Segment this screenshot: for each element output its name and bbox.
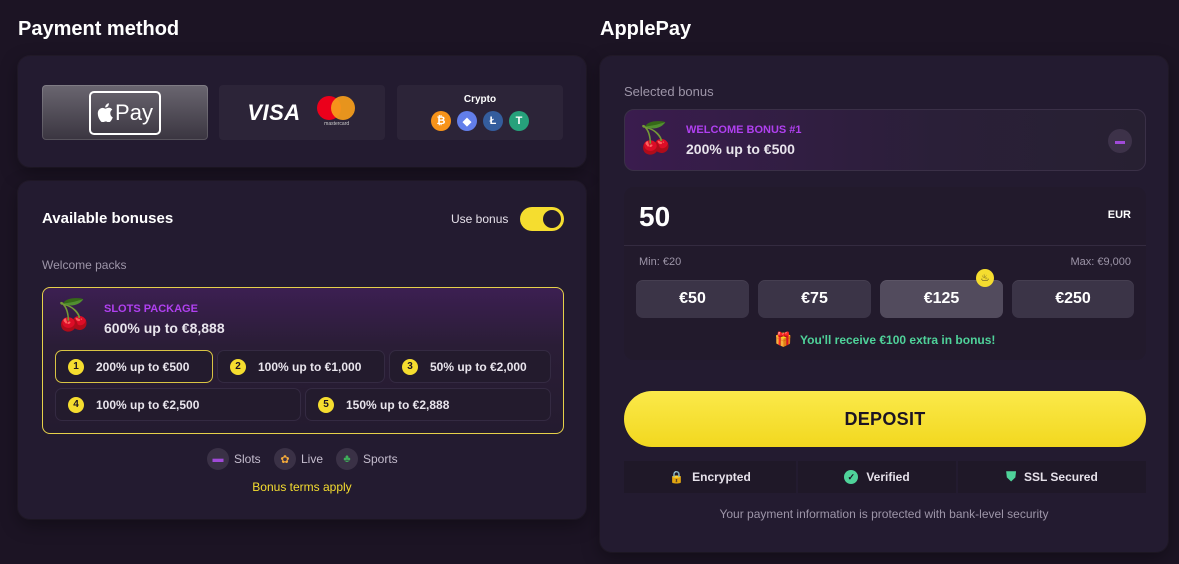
applepay-logo: Pay xyxy=(89,90,161,135)
security-label: SSL Secured xyxy=(1023,470,1098,484)
applepay-method-tile[interactable]: Pay xyxy=(42,85,208,140)
security-label: Verified xyxy=(866,470,910,484)
tier-label: 100% up to €2,500 xyxy=(96,397,200,412)
visa-logo: VISA xyxy=(247,99,301,125)
amount-chip-50[interactable]: €50 xyxy=(636,280,749,318)
bonus-terms-link[interactable]: Bonus terms apply xyxy=(18,480,586,494)
tier-label: 200% up to €500 xyxy=(96,359,190,374)
bonus-tier-5[interactable]: 5 150% up to €2,888 xyxy=(305,388,551,421)
selected-bonus-card[interactable]: 🍒 WELCOME BONUS #1 200% up to €500 ▬ xyxy=(624,109,1146,171)
bitcoin-icon: ₿ xyxy=(431,111,451,131)
category-label: Live xyxy=(301,452,324,466)
category-sports: ♣ Sports xyxy=(336,448,398,470)
tier-number: 2 xyxy=(230,358,246,375)
lock-icon: 🔒 xyxy=(669,470,685,484)
available-bonuses-title: Available bonuses xyxy=(42,210,174,227)
tier-number: 4 xyxy=(68,396,84,413)
amount-panel: 50 EUR Min: €20 Max: €9,000 €50 €75 €125… xyxy=(624,187,1146,360)
selected-bonus-label: Selected bonus xyxy=(624,84,714,99)
security-note: Your payment information is protected wi… xyxy=(719,507,1049,521)
tier-number: 5 xyxy=(318,396,334,413)
deposit-button[interactable]: DEPOSIT xyxy=(624,391,1146,447)
bonus-tier-2[interactable]: 2 100% up to €1,000 xyxy=(217,350,385,383)
shield-icon: ⛊ xyxy=(1006,469,1016,484)
selected-bonus-name: WELCOME BONUS #1 xyxy=(686,124,802,136)
applepay-title: ApplePay xyxy=(600,18,692,40)
category-live: ✿ Live xyxy=(274,448,323,470)
sports-icon: ♣ xyxy=(336,448,358,470)
category-label: Sports xyxy=(363,452,398,466)
tier-number: 3 xyxy=(402,358,418,375)
apple-icon xyxy=(97,103,113,122)
package-offer: 600% up to €8,888 xyxy=(104,320,225,336)
slots-icon: ▬ xyxy=(1108,129,1132,153)
security-verified: ✓ Verified xyxy=(798,461,956,493)
ethereum-icon: ◆ xyxy=(457,111,477,131)
use-bonus-label: Use bonus xyxy=(451,212,509,226)
package-name: SLOTS PACKAGE xyxy=(104,303,198,315)
payment-method-title: Payment method xyxy=(18,18,180,40)
cherry-icon: 🍒 xyxy=(637,122,675,155)
max-amount: Max: €9,000 xyxy=(1070,256,1131,268)
tier-label: 150% up to €2,888 xyxy=(346,397,450,412)
bonus-tier-1[interactable]: 1 200% up to €500 xyxy=(55,350,213,383)
available-bonuses-card: Available bonuses Use bonus Welcome pack… xyxy=(18,181,586,519)
applepay-card: Selected bonus 🍒 WELCOME BONUS #1 200% u… xyxy=(600,56,1168,552)
applepay-label: Pay xyxy=(115,99,153,125)
security-label: Encrypted xyxy=(692,470,751,484)
crypto-label: Crypto xyxy=(463,94,497,105)
crypto-method-tile[interactable]: Crypto ₿ ◆ Ł T xyxy=(397,85,563,140)
gift-icon: 🎁 xyxy=(774,331,793,347)
mastercard-logo: mastercard xyxy=(316,95,357,130)
mastercard-label: mastercard xyxy=(324,120,350,127)
slots-package-card[interactable]: 🍒 SLOTS PACKAGE 600% up to €8,888 1 200%… xyxy=(42,287,564,434)
category-label: Slots xyxy=(234,452,261,466)
bonus-tier-3[interactable]: 3 50% up to €2,000 xyxy=(389,350,551,383)
fire-icon: ♨ xyxy=(976,269,994,287)
amount-chip-75[interactable]: €75 xyxy=(758,280,871,318)
slots-icon: ▬ xyxy=(207,448,229,470)
tier-number: 1 xyxy=(68,358,84,375)
security-encrypted: 🔒 Encrypted xyxy=(624,461,796,493)
category-slots: ▬ Slots xyxy=(207,448,261,470)
use-bonus-toggle[interactable] xyxy=(520,207,564,231)
check-circle-icon: ✓ xyxy=(844,470,859,484)
amount-divider xyxy=(624,245,1146,246)
tier-label: 100% up to €1,000 xyxy=(258,359,362,374)
tier-label: 50% up to €2,000 xyxy=(430,359,527,374)
amount-chip-250[interactable]: €250 xyxy=(1012,280,1134,318)
security-ssl: ⛊ SSL Secured xyxy=(958,461,1146,493)
currency-label: EUR xyxy=(1107,209,1131,221)
card-method-tile[interactable]: VISA mastercard xyxy=(219,85,385,140)
bonus-tier-4[interactable]: 4 100% up to €2,500 xyxy=(55,388,301,421)
tether-icon: T xyxy=(509,111,529,131)
payment-method-card: Pay VISA mastercard Crypto ₿ ◆ Ł T xyxy=(18,56,586,167)
welcome-packs-label: Welcome packs xyxy=(42,258,127,272)
selected-bonus-offer: 200% up to €500 xyxy=(686,141,795,157)
bonus-extra-note: 🎁 You'll receive €100 extra in bonus! xyxy=(624,331,1146,348)
amount-input[interactable]: 50 xyxy=(639,201,670,233)
bonus-extra-text: You'll receive €100 extra in bonus! xyxy=(800,332,996,347)
live-icon: ✿ xyxy=(274,448,296,470)
min-amount: Min: €20 xyxy=(639,256,682,268)
litecoin-icon: Ł xyxy=(483,111,503,131)
cherry-icon: 🍒 xyxy=(55,299,93,332)
